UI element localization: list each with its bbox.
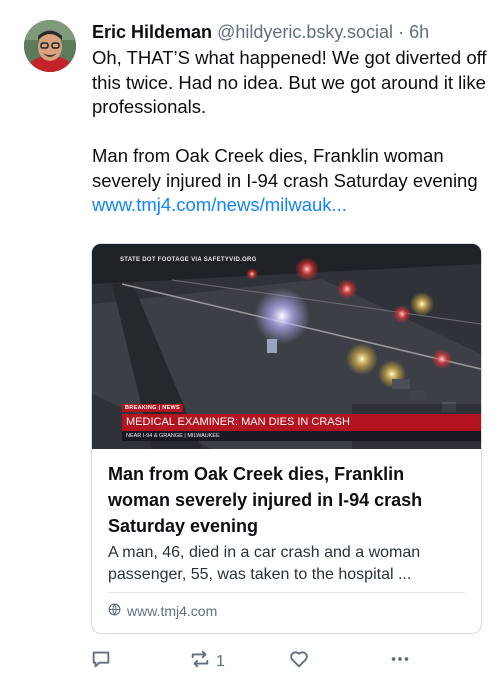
link-card[interactable]: STATE DOT FOOTAGE VIA SAFETYVID.ORG BREA…: [91, 243, 482, 634]
thumbnail-source-label: STATE DOT FOOTAGE VIA SAFETYVID.ORG: [120, 257, 257, 263]
post-link[interactable]: www.tmj4.com/news/milwauk...: [92, 194, 347, 215]
avatar[interactable]: [24, 20, 76, 72]
repost-icon: [188, 648, 212, 675]
post-header: Eric Hildeman @hildyeric.bsky.social · 6…: [92, 20, 492, 44]
avatar-image: [24, 20, 76, 72]
post-text-paragraph-1: Oh, THAT’S what happened! We got diverte…: [92, 47, 487, 117]
card-divider: [108, 592, 465, 593]
card-description: A man, 46, died in a car crash and a wom…: [108, 544, 421, 583]
card-title: Man from Oak Creek dies, Franklin woman …: [108, 464, 423, 536]
card-thumbnail: STATE DOT FOOTAGE VIA SAFETYVID.ORG BREA…: [92, 244, 481, 449]
news-sub-banner: NEAR I-94 & GRANGE | MILWAUKEE: [122, 431, 481, 441]
breaking-news-tag: BREAKING | NEWS: [122, 404, 183, 412]
repost-button[interactable]: 1: [188, 648, 225, 675]
author-handle[interactable]: @hildyeric.bsky.social: [217, 22, 393, 42]
like-button[interactable]: [288, 648, 310, 675]
reply-icon: [90, 648, 112, 675]
repost-count: 1: [216, 652, 225, 670]
post-text-headline: Man from Oak Creek dies, Franklin woman …: [92, 145, 478, 191]
post-text: Oh, THAT’S what happened! We got diverte…: [92, 46, 490, 218]
reply-button[interactable]: [90, 648, 112, 675]
more-options-button[interactable]: [388, 648, 412, 675]
card-domain-text: www.tmj4.com: [127, 603, 218, 619]
post-text-paragraph-2: Man from Oak Creek dies, Franklin woman …: [92, 144, 490, 218]
post-time[interactable]: 6h: [409, 22, 429, 42]
post-actions: 1: [90, 648, 420, 672]
card-domain: www.tmj4.com: [108, 603, 217, 619]
author-name[interactable]: Eric Hildeman: [92, 22, 212, 42]
news-banner: MEDICAL EXAMINER: MAN DIES IN CRASH: [122, 414, 481, 431]
more-icon: [388, 648, 412, 675]
card-body: Man from Oak Creek dies, Franklin woman …: [92, 449, 481, 586]
like-icon: [288, 648, 310, 675]
time-separator: ·: [398, 22, 405, 42]
globe-icon: [108, 603, 121, 619]
